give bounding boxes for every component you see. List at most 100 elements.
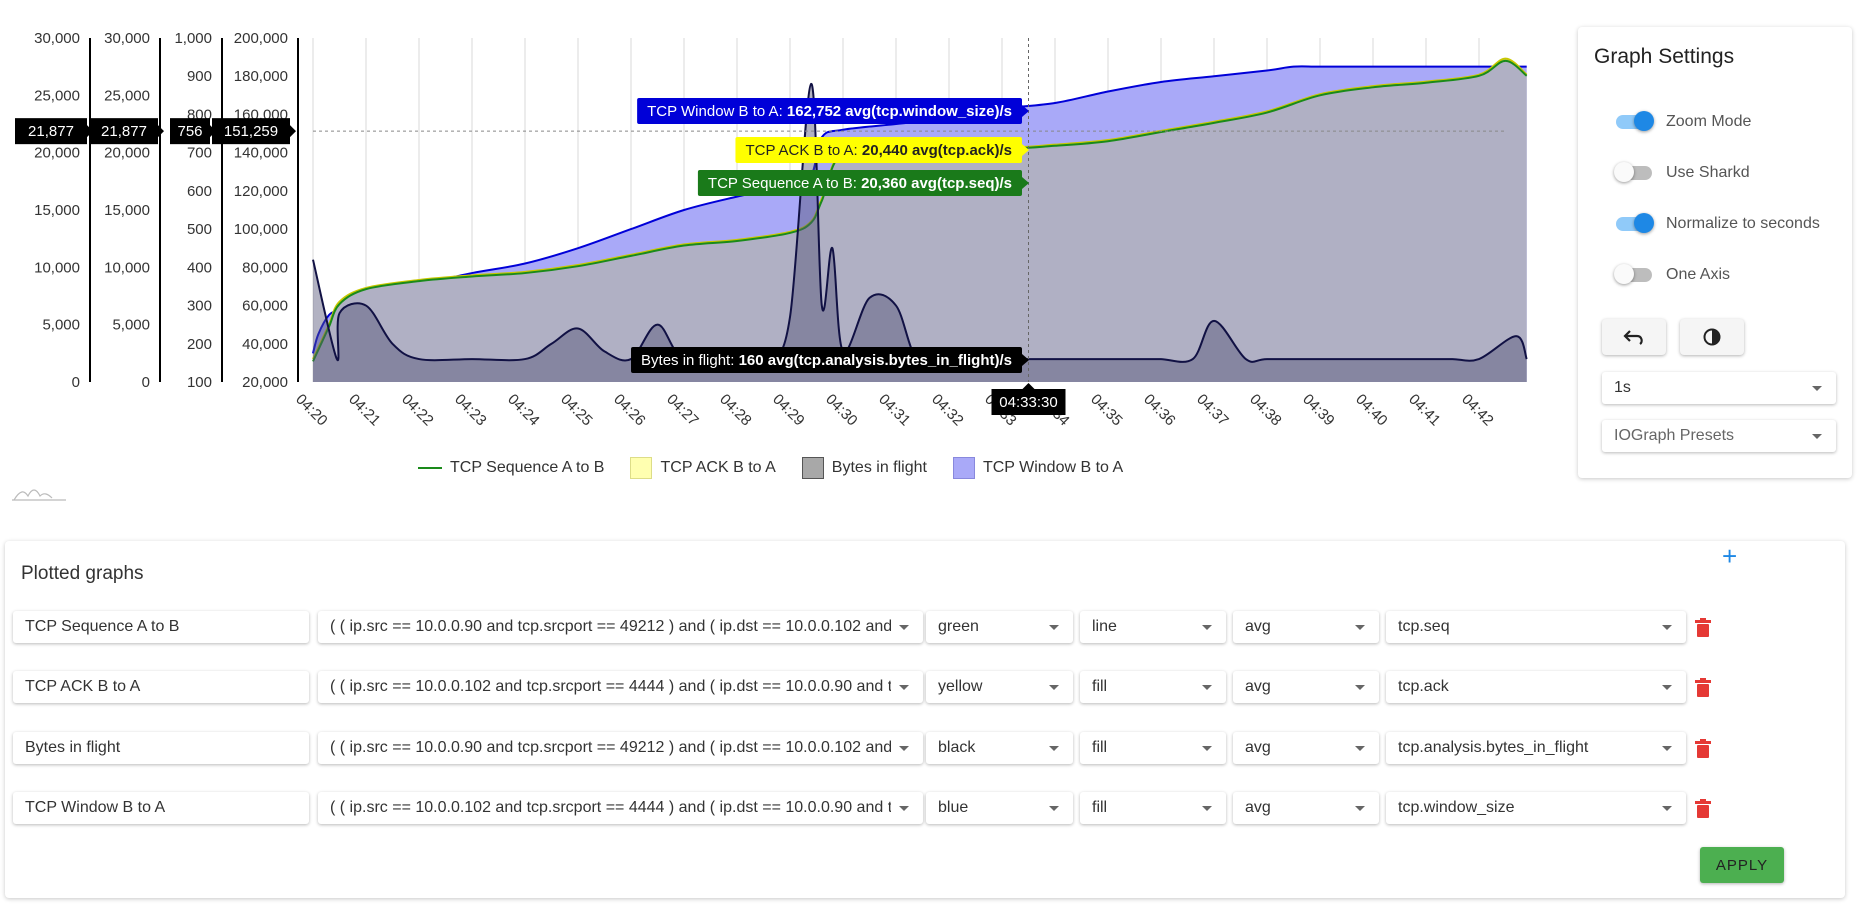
y-tick-label: 400 [187, 259, 212, 276]
y-tick-label: 1,000 [174, 30, 212, 47]
color-value: yellow [938, 678, 983, 695]
y-tick-label: 600 [187, 183, 212, 200]
field-value: tcp.seq [1398, 618, 1450, 635]
crosshair-time-label: 04:33:30 [999, 394, 1057, 411]
crosshair-flag-pointer [290, 125, 296, 138]
color-value: black [938, 739, 976, 756]
color-select[interactable]: green [926, 611, 1073, 643]
filter-value: ( ( ip.src == 10.0.0.102 and tcp.srcport… [330, 799, 891, 816]
chart-legend: TCP Sequence A to B TCP ACK B to A Bytes… [418, 457, 1123, 479]
undo-icon [1623, 330, 1643, 345]
legend-label: TCP ACK B to A [660, 459, 776, 476]
delete-icon[interactable] [1695, 799, 1711, 818]
field-select[interactable]: tcp.seq [1386, 611, 1686, 643]
y-tick-label: 5,000 [42, 317, 80, 334]
legend-item-tcp-seq[interactable]: TCP Sequence A to B [418, 457, 604, 479]
toggle-switch[interactable] [1614, 162, 1652, 182]
y-tick-label: 20,000 [242, 374, 288, 391]
color-select[interactable]: blue [926, 792, 1073, 824]
y-tick-label: 500 [187, 221, 212, 238]
tooltip-text: TCP Window B to A: 162,752 avg(tcp.windo… [647, 103, 1012, 120]
toggle-switch[interactable] [1614, 264, 1652, 284]
color-select[interactable]: black [926, 732, 1073, 764]
legend-item-tcp-ack[interactable]: TCP ACK B to A [630, 457, 776, 479]
legend-label: TCP Sequence A to B [450, 459, 605, 476]
function-select[interactable]: avg [1233, 671, 1379, 703]
y-tick-label: 5,000 [112, 317, 150, 334]
iograph-presets-select[interactable]: IOGraph Presets [1602, 420, 1836, 452]
add-graph-button[interactable]: + [1722, 543, 1737, 569]
delete-icon[interactable] [1695, 678, 1711, 697]
field-value: tcp.window_size [1398, 799, 1515, 816]
legend-item-bytes-in-flight[interactable]: Bytes in flight [801, 457, 927, 479]
y-tick-label: 900 [187, 68, 212, 85]
legend-item-tcp-window[interactable]: TCP Window B to A [952, 457, 1124, 479]
toggle-normalize-to-seconds[interactable]: Normalize to seconds [1616, 213, 1820, 233]
undo-button[interactable] [1602, 319, 1666, 355]
filter-select[interactable]: ( ( ip.src == 10.0.0.90 and tcp.srcport … [318, 611, 923, 643]
legend-line-swatch [418, 467, 442, 469]
x-tick-label: 04:22 [398, 391, 437, 430]
style-value: fill [1092, 739, 1108, 756]
x-tick-label: 04:37 [1193, 391, 1232, 430]
y-tick-label: 40,000 [242, 336, 288, 353]
contrast-button[interactable] [1680, 319, 1744, 355]
toggle-switch[interactable] [1616, 111, 1654, 131]
field-select[interactable]: tcp.ack [1386, 671, 1686, 703]
style-select[interactable]: line [1080, 611, 1226, 643]
delete-icon[interactable] [1695, 618, 1711, 637]
toggle-one-axis[interactable]: One Axis [1614, 264, 1731, 284]
chevron-down-icon [1662, 684, 1672, 690]
plotted-graphs-title: Plotted graphs [21, 563, 144, 584]
toggle-zoom-mode[interactable]: Zoom Mode [1616, 111, 1752, 131]
x-tick-label: 04:21 [345, 391, 384, 430]
x-tick-label: 04:23 [451, 391, 490, 430]
x-tick-label: 04:42 [1458, 391, 1497, 430]
field-select[interactable]: tcp.analysis.bytes_in_flight [1386, 732, 1686, 764]
y-tick-label: 10,000 [34, 259, 80, 276]
function-select[interactable]: avg [1233, 732, 1379, 764]
interval-value: 1s [1614, 379, 1631, 396]
apply-button[interactable]: APPLY [1700, 847, 1784, 883]
x-tick-label: 04:39 [1299, 391, 1338, 430]
x-tick-label: 04:20 [292, 391, 331, 430]
interval-select[interactable]: 1s [1602, 372, 1836, 404]
y-tick-label: 0 [142, 374, 150, 391]
x-tick-label: 04:29 [769, 391, 808, 430]
legend-label: TCP Window B to A [982, 459, 1124, 476]
y-tick-label: 100,000 [234, 221, 288, 238]
filter-value: ( ( ip.src == 10.0.0.90 and tcp.srcport … [330, 618, 891, 635]
field-select[interactable]: tcp.window_size [1386, 792, 1686, 824]
chevron-down-icon [899, 745, 909, 751]
function-select[interactable]: avg [1233, 611, 1379, 643]
chevron-down-icon [899, 805, 909, 811]
filter-select[interactable]: ( ( ip.src == 10.0.0.90 and tcp.srcport … [318, 732, 923, 764]
style-select[interactable]: fill [1080, 792, 1226, 824]
filter-select[interactable]: ( ( ip.src == 10.0.0.102 and tcp.srcport… [318, 671, 923, 703]
color-select[interactable]: yellow [926, 671, 1073, 703]
filter-select[interactable]: ( ( ip.src == 10.0.0.102 and tcp.srcport… [318, 792, 923, 824]
crosshair-value-label: 151,259 [224, 123, 278, 140]
toggle-use-sharkd[interactable]: Use Sharkd [1614, 162, 1750, 182]
graph-name-input[interactable]: TCP ACK B to A [13, 671, 309, 703]
x-tick-label: 04:36 [1140, 391, 1179, 430]
graph-name-input[interactable]: Bytes in flight [13, 732, 309, 764]
function-select[interactable]: avg [1233, 792, 1379, 824]
x-tick-label: 04:27 [663, 391, 702, 430]
graph-name-input[interactable]: TCP Sequence A to B [13, 611, 309, 643]
function-value: avg [1245, 739, 1271, 756]
style-value: fill [1092, 799, 1108, 816]
graph-row: TCP Sequence A to B ( ( ip.src == 10.0.0.… [5, 611, 1845, 643]
y-tick-label: 15,000 [104, 202, 150, 219]
chevron-down-icon [1049, 745, 1059, 751]
delete-icon[interactable] [1695, 739, 1711, 758]
chevron-down-icon [1202, 684, 1212, 690]
graph-name-input[interactable]: TCP Window B to A [13, 792, 309, 824]
sparkline-icon[interactable] [10, 484, 66, 502]
graph-row: Bytes in flight ( ( ip.src == 10.0.0.90 a… [5, 732, 1845, 764]
style-select[interactable]: fill [1080, 671, 1226, 703]
toggle-label: Zoom Mode [1666, 113, 1752, 130]
toggle-switch[interactable] [1616, 213, 1654, 233]
style-select[interactable]: fill [1080, 732, 1226, 764]
toggle-label: One Axis [1666, 266, 1731, 283]
